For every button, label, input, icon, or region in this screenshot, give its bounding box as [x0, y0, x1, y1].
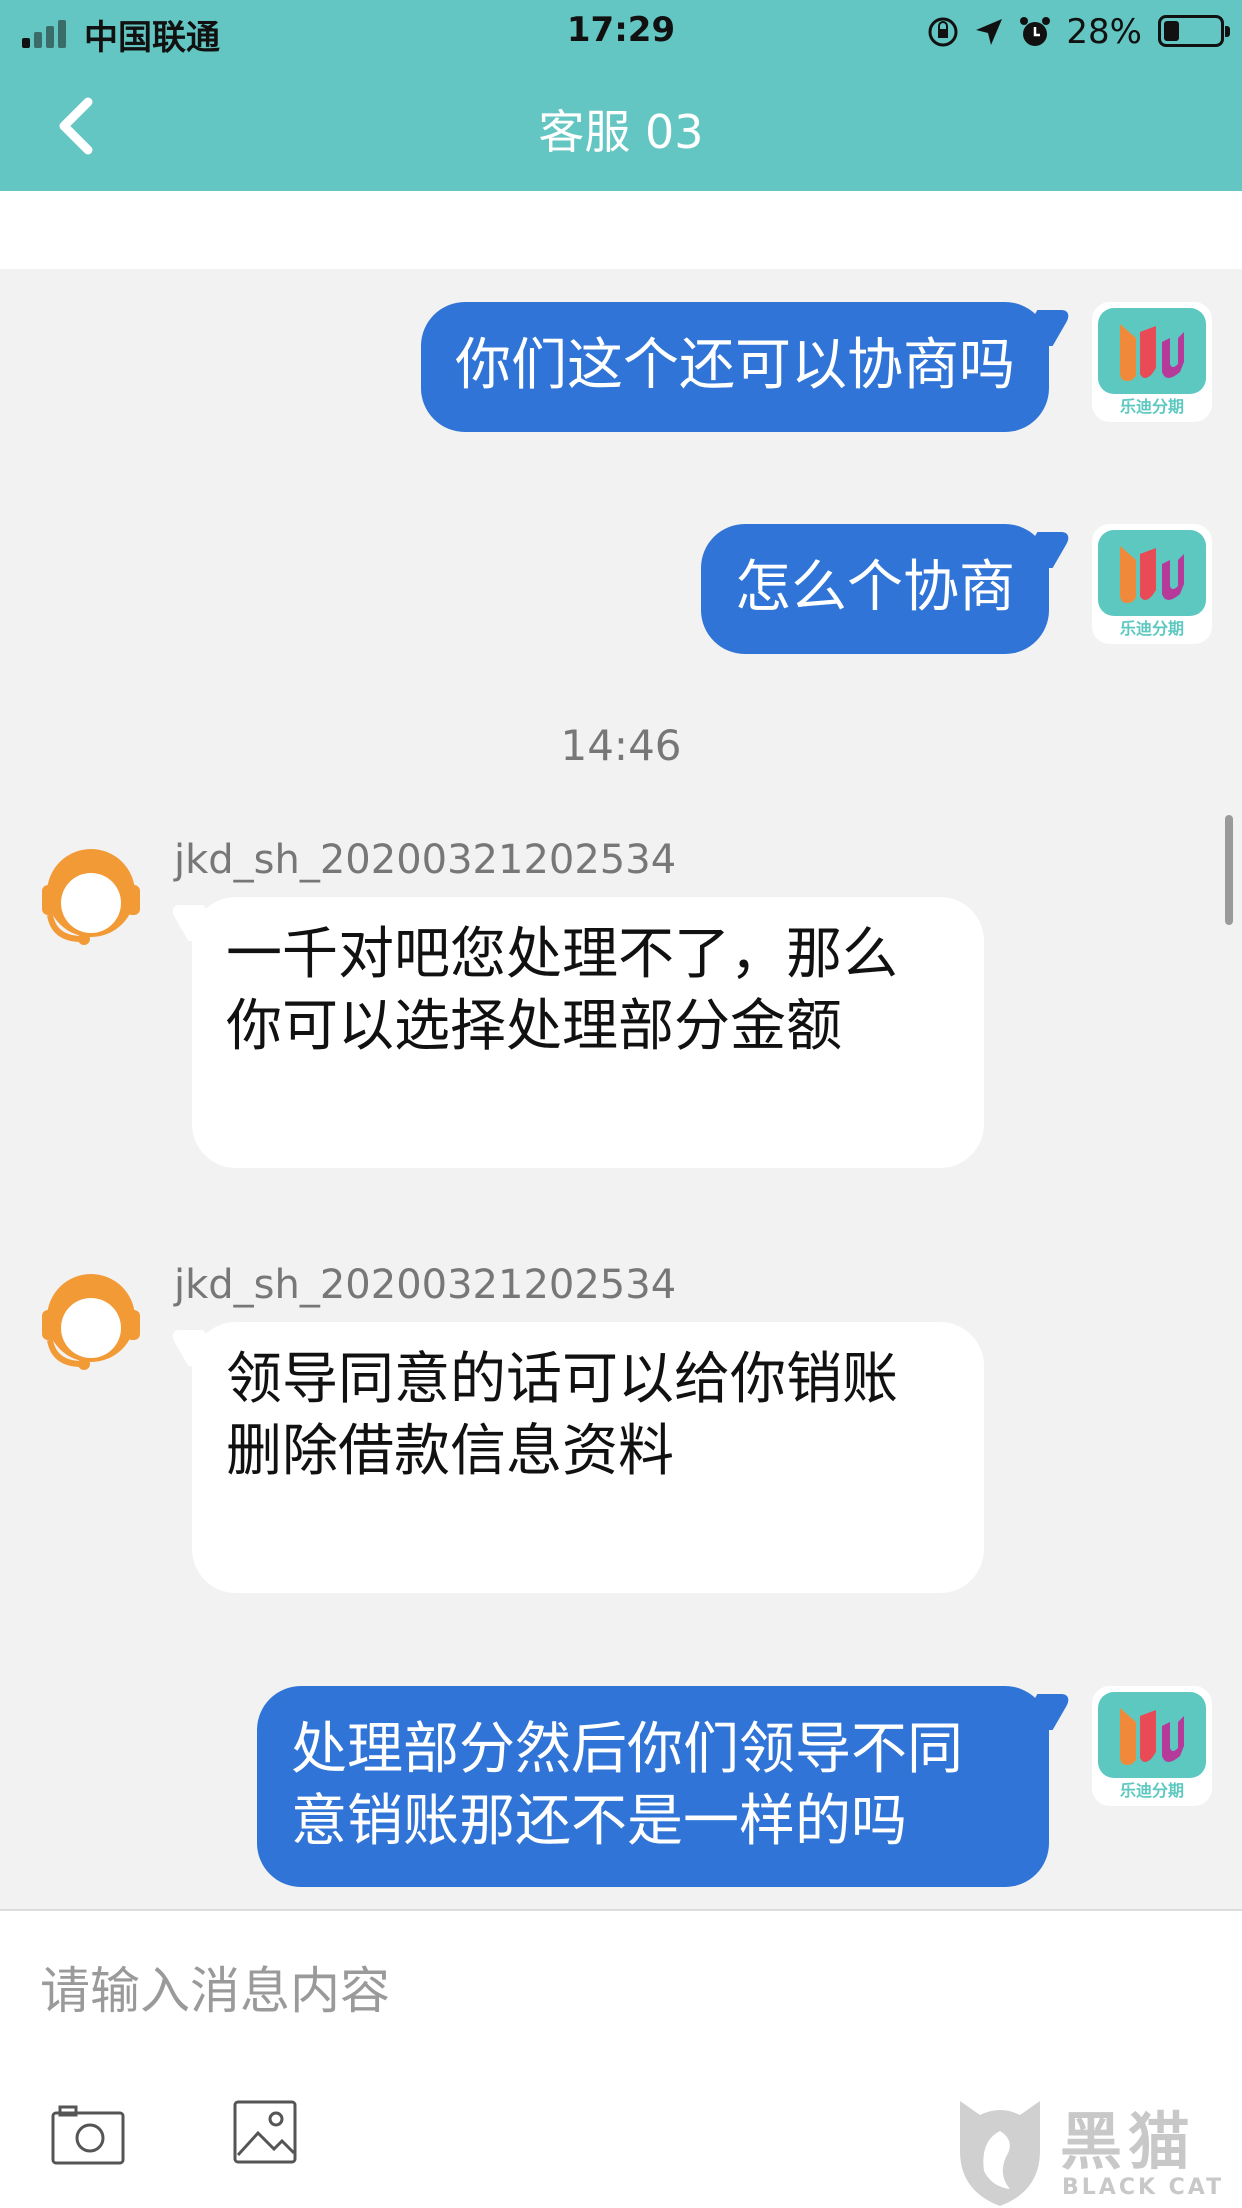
- message-text: 你们这个还可以协商吗: [455, 333, 1015, 398]
- battery-percent: 28%: [1066, 12, 1142, 52]
- battery-icon: [1158, 15, 1230, 47]
- their-message-bubble[interactable]: 领导同意的话可以给你销账 删除借款信息资料: [192, 1322, 984, 1593]
- battery-level: [1164, 21, 1179, 41]
- my-message-bubble[interactable]: 怎么个协商: [701, 524, 1049, 654]
- my-message-bubble[interactable]: 处理部分然后你们领导不同 意销账那还不是一样的吗: [257, 1686, 1049, 1887]
- message-line: 领导同意的话可以给你销账: [226, 1347, 898, 1412]
- page-title: 客服 03: [538, 105, 704, 159]
- message-line: 删除借款信息资料: [226, 1419, 674, 1484]
- scrollbar[interactable]: [1225, 815, 1233, 925]
- watermark: 黑猫 BLACK CAT: [950, 2091, 1230, 2208]
- watermark-subtext: BLACK CAT: [1062, 2175, 1225, 2200]
- app-logo-icon: 乐迪分期: [1092, 1686, 1212, 1806]
- status-bar: 中国联通 17:29 28%: [0, 0, 1242, 62]
- message-text: 怎么个协商: [735, 555, 1015, 620]
- svg-text:乐迪分期: 乐迪分期: [1120, 1781, 1184, 1800]
- image-icon[interactable]: [232, 2099, 298, 2165]
- top-bar: 中国联通 17:29 28% 客服 03: [0, 0, 1242, 191]
- sender-name: jkd_sh_20200321202534: [174, 837, 677, 883]
- agent-avatar[interactable]: [36, 841, 146, 951]
- message-input[interactable]: [40, 1951, 1140, 2031]
- message-timestamp: 14:46: [560, 721, 682, 770]
- camera-icon[interactable]: [50, 2103, 126, 2167]
- message-line: 一千对吧您处理不了，那么: [226, 922, 898, 987]
- header-spacer: [0, 191, 1242, 269]
- location-icon: [976, 19, 1003, 45]
- black-cat-logo-icon: [960, 2101, 1040, 2206]
- chat-list[interactable]: 你们这个还可以协商吗 乐迪分期 怎么个协商 乐迪分期 14:46 jkd_sh_…: [0, 269, 1242, 1909]
- my-message-bubble[interactable]: 你们这个还可以协商吗: [421, 302, 1049, 432]
- app-avatar[interactable]: 乐迪分期: [1092, 1686, 1212, 1806]
- status-icons: 28%: [926, 12, 1142, 52]
- svg-text:乐迪分期: 乐迪分期: [1120, 619, 1184, 638]
- alarm-icon: [1020, 17, 1051, 46]
- svg-text:乐迪分期: 乐迪分期: [1120, 397, 1184, 416]
- message-line: 你可以选择处理部分金额: [226, 994, 842, 1059]
- app-logo-icon: 乐迪分期: [1092, 524, 1212, 644]
- their-message-bubble[interactable]: 一千对吧您处理不了，那么 你可以选择处理部分金额: [192, 897, 984, 1168]
- sender-name: jkd_sh_20200321202534: [174, 1262, 677, 1308]
- composer: 黑猫 BLACK CAT: [0, 1909, 1242, 2208]
- watermark-text: 黑猫: [1060, 2105, 1197, 2178]
- app-logo-icon: 乐迪分期: [1092, 302, 1212, 422]
- message-line: 意销账那还不是一样的吗: [291, 1789, 907, 1854]
- agent-avatar[interactable]: [36, 1266, 146, 1376]
- rotation-lock-icon: [928, 17, 958, 47]
- app-avatar[interactable]: 乐迪分期: [1092, 524, 1212, 644]
- app-avatar[interactable]: 乐迪分期: [1092, 302, 1212, 422]
- message-line: 处理部分然后你们领导不同: [291, 1717, 963, 1782]
